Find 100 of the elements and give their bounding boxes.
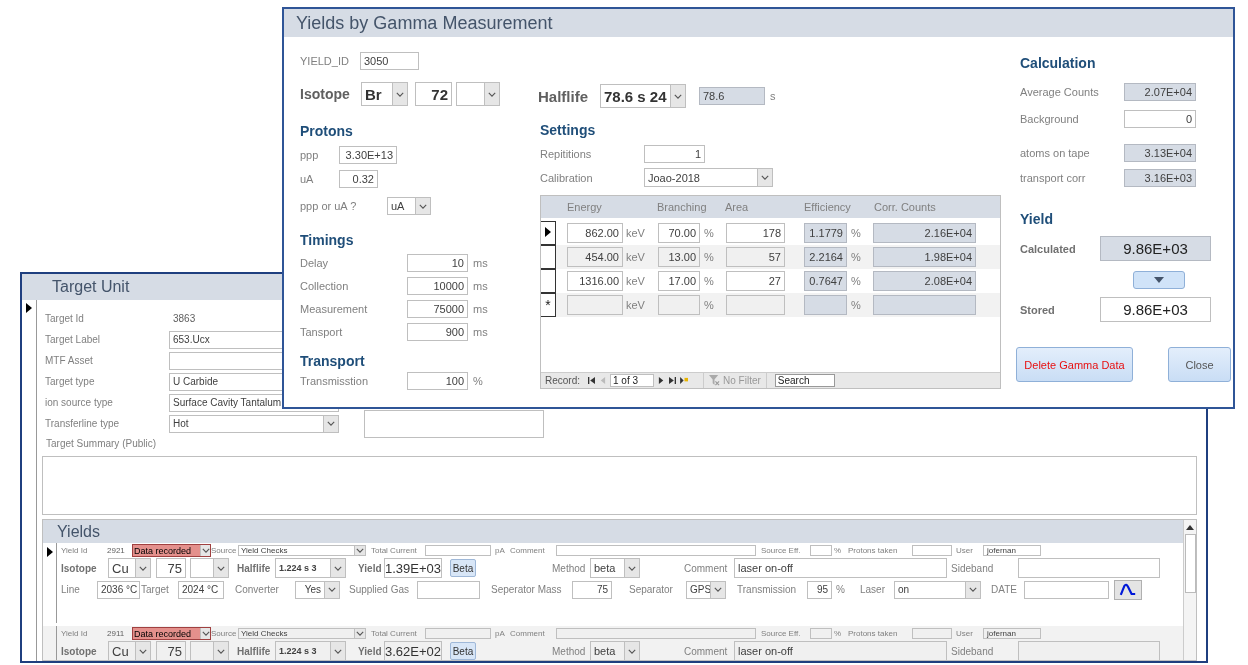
text-field[interactable] [417, 580, 480, 599]
dropdown[interactable]: on [894, 580, 981, 599]
text-field[interactable]: 3.62E+02 [384, 641, 442, 660]
text-field[interactable]: 10 [407, 254, 468, 272]
text-field[interactable]: 72 [415, 82, 452, 106]
dropdown[interactable]: Yield Checks [238, 628, 366, 639]
text-field[interactable]: 70.00 [658, 223, 700, 243]
text-field[interactable]: 3050 [360, 52, 419, 70]
text-field[interactable]: 57 [726, 247, 785, 267]
dropdown[interactable]: 1.224 s 3 [275, 558, 346, 578]
next-record-icon[interactable] [658, 376, 665, 385]
text-field[interactable] [810, 545, 832, 556]
text-field[interactable] [873, 295, 976, 315]
text-field[interactable]: 1 of 3 [610, 374, 654, 387]
text-field[interactable] [810, 628, 832, 639]
text-field[interactable]: 1316.00 [567, 271, 623, 291]
row-selector[interactable] [541, 245, 556, 269]
text-field[interactable]: 1 [644, 145, 705, 163]
beta-button[interactable]: Beta [450, 642, 476, 660]
text-field[interactable]: 75 [156, 558, 186, 578]
text-field[interactable]: 0 [1124, 110, 1196, 128]
text-box[interactable] [364, 409, 544, 438]
text-field[interactable] [425, 545, 491, 556]
first-record-icon[interactable] [588, 376, 595, 385]
text-field[interactable] [1018, 641, 1160, 660]
text-field[interactable] [425, 628, 491, 639]
dropdown[interactable]: Data recorded [132, 544, 211, 557]
text-field[interactable]: 75000 [407, 300, 468, 318]
text-field[interactable]: 900 [407, 323, 468, 341]
text-field[interactable]: jofernan [983, 545, 1041, 556]
text-field[interactable]: 9.86E+03 [1100, 236, 1211, 261]
text-field[interactable] [658, 295, 700, 315]
row-selector[interactable] [541, 221, 556, 245]
text-field[interactable]: 3.16E+03 [1124, 169, 1196, 187]
text-field[interactable]: 2.16E+04 [873, 223, 976, 243]
arrow-button[interactable] [1133, 271, 1185, 289]
text-field[interactable] [1024, 580, 1109, 599]
text-field[interactable]: 1.1779 [804, 223, 847, 243]
text-field[interactable] [567, 295, 623, 315]
text-field[interactable]: 95 [807, 580, 832, 599]
delete-button[interactable]: Delete Gamma Data [1016, 347, 1133, 382]
dropdown[interactable]: uA [387, 197, 431, 215]
dropdown[interactable]: GPS [686, 580, 726, 599]
up-arrow-icon[interactable] [1186, 523, 1194, 531]
text-field[interactable]: 17.00 [658, 271, 700, 291]
text-field[interactable]: 27 [726, 271, 785, 291]
dropdown[interactable]: Data recorded [132, 627, 211, 640]
text-field[interactable]: 862.00 [567, 223, 623, 243]
dropdown[interactable] [190, 558, 229, 578]
text-field[interactable] [1018, 558, 1160, 578]
text-field[interactable] [726, 295, 785, 315]
new-record-icon[interactable] [680, 376, 689, 385]
text-field[interactable]: 3.13E+04 [1124, 144, 1196, 162]
dropdown[interactable]: 1.224 s 3 [275, 641, 346, 660]
text-field[interactable]: 75 [156, 641, 186, 660]
dropdown[interactable] [190, 641, 229, 660]
dropdown[interactable]: beta [590, 641, 640, 660]
text-field[interactable]: laser on-off [734, 641, 947, 660]
peak-button[interactable] [1114, 579, 1142, 600]
scroll-bar[interactable] [1183, 520, 1196, 660]
text-field[interactable]: 454.00 [567, 247, 623, 267]
text-field[interactable]: 0.32 [339, 170, 378, 188]
text-field[interactable] [912, 628, 952, 639]
close-button[interactable]: Close [1168, 347, 1231, 382]
text-field[interactable]: 178 [726, 223, 785, 243]
dropdown[interactable]: Joao-2018 [644, 168, 773, 187]
dropdown[interactable]: Yes [295, 580, 340, 599]
text-field[interactable] [556, 545, 756, 556]
text-field[interactable]: 78.6 [699, 87, 765, 105]
dropdown[interactable]: Hot [169, 414, 339, 433]
text-field[interactable]: 1.98E+04 [873, 247, 976, 267]
text-field[interactable]: 0.7647 [804, 271, 847, 291]
search-field[interactable]: Search [774, 374, 835, 387]
beta-button[interactable]: Beta [450, 559, 476, 577]
text-field[interactable]: 100 [407, 372, 468, 390]
text-field[interactable]: laser on-off [734, 558, 947, 578]
text-field[interactable] [912, 545, 952, 556]
text-field[interactable]: 75 [572, 580, 612, 599]
row-selector[interactable]: * [541, 293, 556, 317]
row-selector[interactable] [541, 269, 556, 293]
text-field[interactable]: 2.2164 [804, 247, 847, 267]
text-field[interactable] [556, 628, 756, 639]
dropdown[interactable]: Br [361, 82, 408, 106]
dropdown[interactable]: 78.6 s 24 [600, 84, 686, 108]
dropdown[interactable]: Cu [108, 641, 151, 660]
dropdown[interactable]: beta [590, 558, 640, 578]
text-field[interactable]: 3.30E+13 [339, 146, 397, 164]
text-field[interactable]: 1.39E+03 [384, 558, 442, 578]
text-field[interactable]: 9.86E+03 [1100, 297, 1211, 322]
text-area[interactable] [42, 456, 1197, 515]
text-field[interactable]: 2036 °C [97, 580, 140, 599]
text-field[interactable]: 2.08E+04 [873, 271, 976, 291]
text-field[interactable]: 2.07E+04 [1124, 83, 1196, 101]
scroll-thumb[interactable] [1184, 534, 1196, 593]
dropdown[interactable]: Yield Checks [238, 545, 366, 556]
dropdown[interactable] [456, 82, 500, 106]
text-field[interactable]: 10000 [407, 277, 468, 295]
dropdown[interactable]: Cu [108, 558, 151, 578]
text-field[interactable]: 13.00 [658, 247, 700, 267]
last-record-icon[interactable] [669, 376, 676, 385]
